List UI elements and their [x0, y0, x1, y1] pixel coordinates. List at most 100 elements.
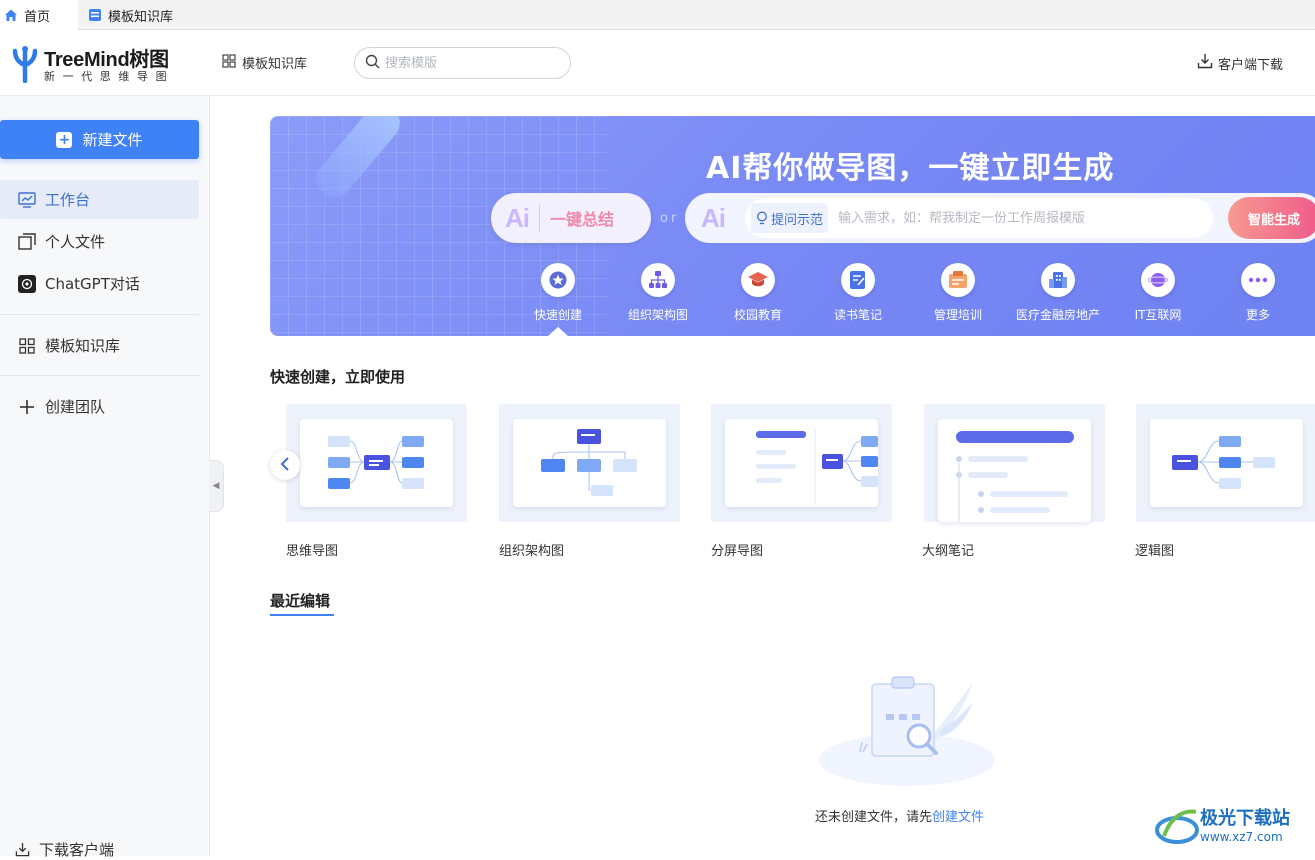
category-more[interactable]: 更多	[1218, 263, 1298, 323]
category-management-training[interactable]: 管理培训	[918, 263, 998, 323]
internet-icon	[1141, 263, 1175, 297]
tab-bar: 首页 模板知识库	[0, 0, 1315, 30]
card-label: 组织架构图	[499, 544, 565, 559]
sidebar-item-chatgpt[interactable]: ChatGPT对话	[0, 264, 199, 303]
sidebar-item-label: 个人文件	[45, 233, 106, 251]
template-card-split-screen[interactable]	[711, 404, 892, 522]
building-icon	[1041, 263, 1075, 297]
search-box[interactable]	[354, 47, 571, 79]
ai-prompt-input[interactable]	[838, 210, 1139, 226]
sidebar: + 新建文件 工作台 个人文件 ChatGPT对话 模板知识库 创建团队 下载客…	[0, 96, 210, 859]
files-icon	[17, 232, 37, 252]
example-prompt-label: 提问示范	[771, 212, 824, 228]
watermark-name: 极光下载站	[1200, 808, 1290, 829]
client-download-label: 客户端下载	[1217, 57, 1283, 73]
card-label: 大纲笔记	[922, 544, 975, 559]
category-reading-notes[interactable]: 读书笔记	[818, 263, 898, 323]
ai-logo-icon: Ai	[505, 202, 530, 233]
sidebar-item-create-team[interactable]: 创建团队	[0, 387, 199, 426]
category-medical-finance-realestate[interactable]: 医疗金融房地产	[1016, 263, 1101, 323]
outline-notes-thumbnail	[938, 419, 1091, 522]
caret-left-icon: ◀	[212, 481, 220, 491]
sidebar-download-client[interactable]: 下载客户端	[15, 839, 114, 860]
banner-title: AI帮你做导图，一键立即生成	[706, 151, 1115, 186]
sidebar-item-label: 模板知识库	[45, 337, 121, 355]
category-label: 医疗金融房地产	[1016, 308, 1101, 322]
sidebar-download-label: 下载客户端	[39, 841, 115, 859]
tab-templates[interactable]: 模板知识库	[78, 0, 181, 30]
card-label: 分屏导图	[711, 544, 764, 559]
ai-generate-box: Ai 提问示范	[685, 193, 1315, 243]
org-chart-icon	[641, 263, 675, 297]
quick-create-title: 快速创建，立即使用	[270, 368, 406, 386]
download-icon	[15, 842, 30, 857]
sidebar-item-label: 创建团队	[45, 398, 106, 416]
client-download-button[interactable]: 客户端下载	[1197, 53, 1283, 73]
empty-state-prefix: 还未创建文件，请先	[815, 810, 933, 825]
org-chart-thumbnail	[513, 419, 666, 507]
empty-state-message: 还未创建文件，请先创建文件	[815, 806, 984, 825]
sidebar-collapse-handle[interactable]: ◀	[209, 460, 224, 512]
graduation-cap-icon	[741, 263, 775, 297]
sidebar-item-personal-files[interactable]: 个人文件	[0, 222, 199, 261]
plus-icon	[17, 397, 37, 417]
category-label: 更多	[1245, 308, 1270, 322]
category-label: 管理培训	[933, 308, 982, 322]
home-icon	[4, 8, 18, 22]
header-template-label: 模板知识库	[242, 57, 308, 72]
sidebar-item-label: ChatGPT对话	[45, 275, 140, 293]
category-quick-create[interactable]: 快速创建	[518, 263, 598, 323]
tab-templates-label: 模板知识库	[108, 9, 174, 25]
ai-logo-icon: Ai	[701, 202, 726, 233]
watermark-url: www.xz7.com	[1200, 830, 1283, 844]
carousel-prev-button[interactable]	[270, 450, 300, 480]
category-label: IT互联网	[1134, 308, 1182, 322]
category-label: 读书笔记	[833, 308, 882, 322]
sidebar-divider	[0, 314, 199, 315]
template-icon	[88, 8, 102, 22]
tab-home-label: 首页	[24, 9, 51, 25]
template-card-outline-notes[interactable]	[924, 404, 1105, 522]
category-org-chart[interactable]: 组织架构图	[618, 263, 698, 323]
smart-generate-button[interactable]: 智能生成	[1228, 197, 1315, 239]
category-campus-education[interactable]: 校园教育	[718, 263, 798, 323]
active-category-pointer	[548, 327, 568, 336]
logo-tagline: 新一代思维导图	[44, 70, 175, 83]
split-screen-thumbnail	[725, 419, 878, 507]
create-file-link[interactable]: 创建文件	[932, 810, 984, 825]
aurora-logo-icon	[1155, 809, 1199, 844]
recent-tab-underline	[270, 614, 334, 616]
tree-logo-icon	[12, 46, 38, 83]
chevron-left-icon	[280, 456, 290, 475]
top-header: TreeMind树图 新一代思维导图 模板知识库 客户端下载	[0, 31, 1315, 96]
sidebar-item-label: 工作台	[45, 191, 91, 209]
ai-separator	[539, 204, 540, 232]
template-card-mindmap[interactable]	[286, 404, 467, 522]
empty-state-illustration	[815, 672, 1000, 787]
new-file-button[interactable]: + 新建文件	[0, 120, 199, 159]
grid-icon	[17, 336, 37, 356]
mindmap-thumbnail	[300, 419, 453, 507]
more-icon	[1241, 263, 1275, 297]
or-separator: or	[660, 211, 680, 226]
template-card-logic-chart[interactable]	[1136, 404, 1315, 522]
sidebar-item-templates[interactable]: 模板知识库	[0, 326, 199, 365]
example-prompt-button[interactable]: 提问示范	[751, 203, 829, 233]
treemind-logo[interactable]: TreeMind树图 新一代思维导图	[10, 41, 185, 86]
category-label: 组织架构图	[627, 308, 688, 322]
header-template-link[interactable]: 模板知识库	[222, 53, 307, 72]
logic-chart-thumbnail	[1150, 419, 1303, 507]
sidebar-divider	[0, 375, 199, 376]
ai-summary-button[interactable]: Ai 一键总结	[491, 193, 651, 243]
ai-input-wrapper: 提问示范	[745, 198, 1213, 238]
category-it-internet[interactable]: IT互联网	[1118, 263, 1198, 323]
sidebar-item-workbench[interactable]: 工作台	[0, 180, 199, 219]
template-card-org-chart[interactable]	[499, 404, 680, 522]
category-label: 快速创建	[533, 308, 582, 322]
card-label: 逻辑图	[1135, 544, 1175, 559]
grid-icon	[222, 53, 236, 72]
search-input[interactable]	[385, 55, 555, 71]
plus-icon: +	[56, 131, 73, 148]
tab-home[interactable]: 首页	[0, 0, 78, 30]
recent-edits-tab[interactable]: 最近编辑	[270, 590, 330, 611]
